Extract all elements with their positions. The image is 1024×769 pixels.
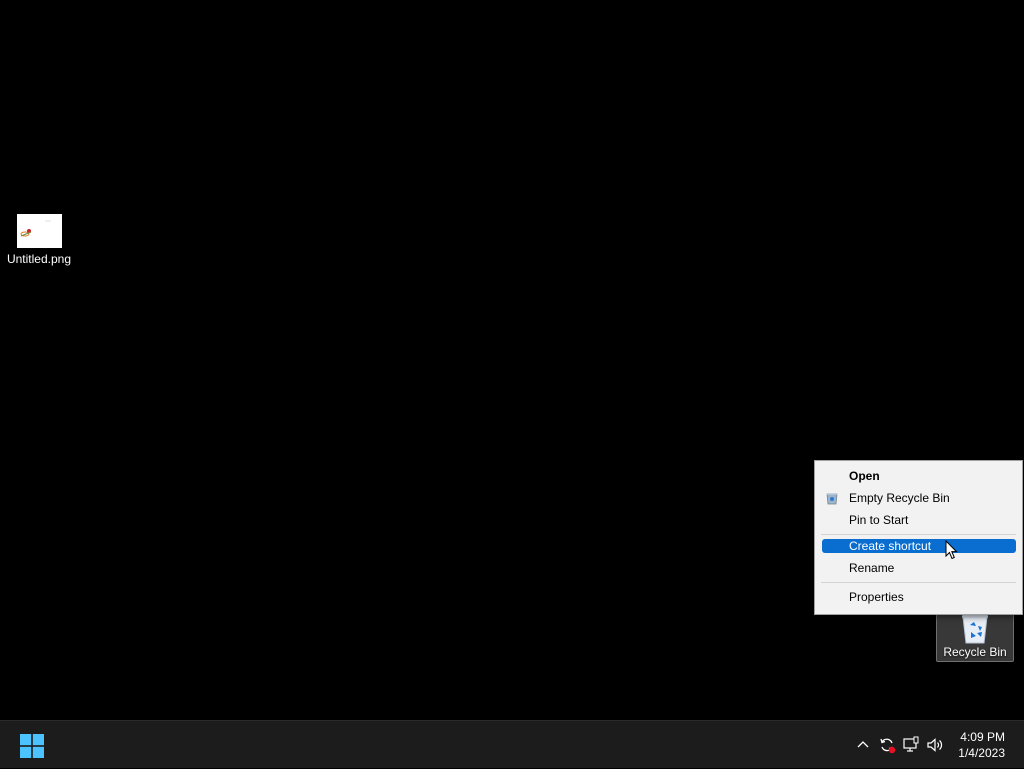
menu-separator bbox=[821, 534, 1016, 535]
menu-item-label: Empty Recycle Bin bbox=[849, 491, 950, 505]
image-file-icon bbox=[16, 214, 62, 248]
menu-item-create-shortcut[interactable]: Create shortcut bbox=[822, 539, 1016, 553]
menu-item-rename[interactable]: Rename bbox=[815, 557, 1022, 579]
sync-icon[interactable] bbox=[878, 736, 896, 754]
chevron-up-icon[interactable] bbox=[854, 736, 872, 754]
clock-date: 1/4/2023 bbox=[958, 746, 1005, 760]
desktop-icon-untitled-png[interactable]: Untitled.png bbox=[2, 212, 76, 269]
context-menu: Open Empty Recycle Bin Pin to Start Crea… bbox=[814, 460, 1023, 615]
menu-item-label: Create shortcut bbox=[849, 539, 932, 553]
menu-item-label: Rename bbox=[849, 561, 895, 575]
desktop-icon-label: Untitled.png bbox=[6, 252, 72, 266]
clock-time: 4:09 PM bbox=[960, 730, 1005, 744]
menu-item-open[interactable]: Open bbox=[815, 465, 1022, 487]
menu-item-label: Open bbox=[849, 469, 880, 483]
windows-start-icon[interactable] bbox=[20, 734, 44, 758]
menu-item-properties[interactable]: Properties bbox=[815, 586, 1022, 608]
menu-item-label: Properties bbox=[849, 590, 904, 604]
menu-separator bbox=[821, 582, 1016, 583]
taskbar: 4:09 PM 1/4/2023 bbox=[0, 720, 1024, 768]
volume-icon[interactable] bbox=[926, 736, 944, 754]
recycle-bin-icon bbox=[959, 611, 991, 648]
recycle-bin-small-icon bbox=[826, 492, 838, 508]
menu-item-label: Pin to Start bbox=[849, 513, 909, 527]
taskbar-clock[interactable]: 4:09 PM 1/4/2023 bbox=[958, 729, 1005, 761]
mouse-cursor-icon bbox=[945, 539, 958, 565]
system-tray bbox=[854, 721, 944, 769]
desktop[interactable]: Untitled.png Recycle Bin Open Empty Recy… bbox=[0, 0, 1024, 720]
network-icon[interactable] bbox=[902, 736, 920, 754]
menu-item-empty-recycle-bin[interactable]: Empty Recycle Bin bbox=[815, 487, 1022, 509]
menu-item-pin-to-start[interactable]: Pin to Start bbox=[815, 509, 1022, 531]
